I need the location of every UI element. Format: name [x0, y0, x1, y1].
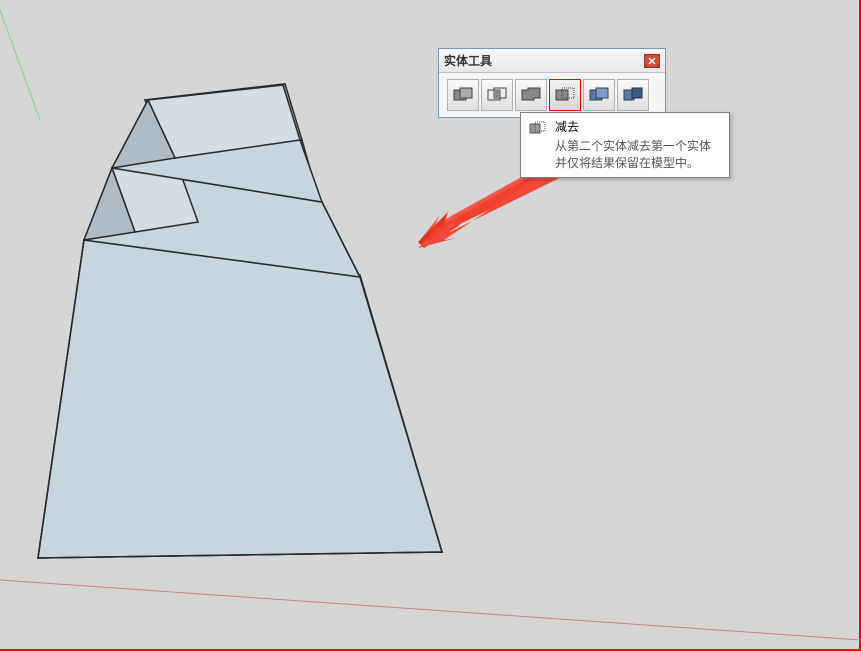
- tool-subtract[interactable]: [549, 79, 581, 111]
- tool-outer-shell[interactable]: [447, 79, 479, 111]
- split-icon: [622, 86, 644, 104]
- toolbar-title: 实体工具: [444, 52, 492, 69]
- union-icon: [520, 86, 542, 104]
- subtract-icon-small: [529, 121, 547, 137]
- outer-shell-icon: [452, 86, 474, 104]
- close-button[interactable]: [644, 54, 660, 68]
- toolbar-titlebar[interactable]: 实体工具: [439, 49, 665, 73]
- subtract-icon: [554, 86, 576, 104]
- model-canvas[interactable]: [0, 0, 861, 651]
- tool-trim[interactable]: [583, 79, 615, 111]
- sketchup-viewport[interactable]: [0, 0, 861, 651]
- trim-icon: [588, 86, 610, 104]
- tool-union[interactable]: [515, 79, 547, 111]
- solid-model-clean[interactable]: [38, 85, 442, 558]
- tooltip-description: 从第二个实体减去第一个实体并仅将结果保留在模型中。: [555, 138, 721, 172]
- intersect-icon: [486, 86, 508, 104]
- solid-tools-toolbar[interactable]: 实体工具: [438, 48, 666, 118]
- tool-split[interactable]: [617, 79, 649, 111]
- tool-tooltip: 减去 从第二个实体减去第一个实体并仅将结果保留在模型中。: [520, 112, 730, 178]
- tooltip-text: 减去 从第二个实体减去第一个实体并仅将结果保留在模型中。: [555, 119, 721, 171]
- axis-green: [0, 10, 40, 120]
- tooltip-title: 减去: [555, 119, 721, 136]
- axis-red: [0, 580, 861, 640]
- tooltip-icon: [529, 121, 547, 139]
- toolbar-body: [439, 73, 665, 117]
- close-icon: [648, 57, 656, 65]
- tool-intersect[interactable]: [481, 79, 513, 111]
